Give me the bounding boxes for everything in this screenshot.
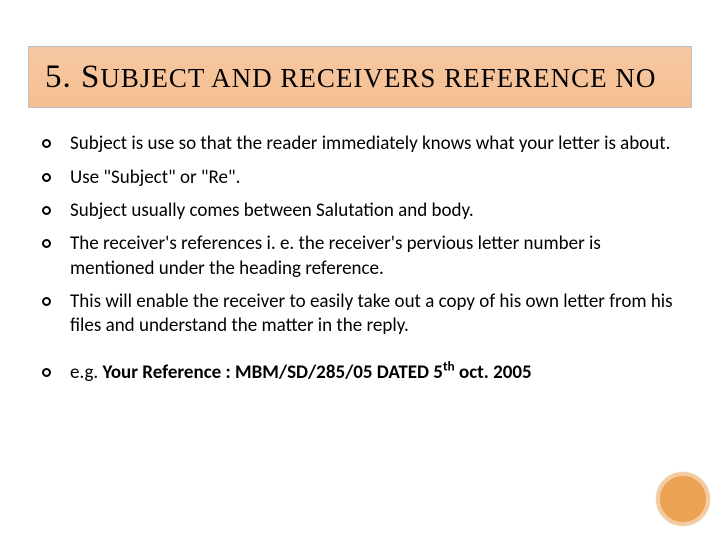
- example-line: e.g. Your Reference : MBM/SD/285/05 DATE…: [70, 361, 532, 384]
- bullet-text: The receiver's references i. e. the rece…: [70, 232, 601, 279]
- list-item: This will enable the receiver to easily …: [34, 290, 686, 339]
- list-item-example: e.g. Your Reference : MBM/SD/285/05 DATE…: [34, 361, 686, 385]
- decorative-circle-icon: [656, 472, 710, 526]
- example-sup: th: [443, 358, 455, 375]
- bullet-text: Subject is use so that the reader immedi…: [70, 132, 670, 155]
- title-capital-1: S: [81, 59, 100, 95]
- title-box: 5. SUBJECT AND RECEIVERS REFERENCE NO: [28, 46, 692, 108]
- bullet-text: This will enable the receiver to easily …: [70, 290, 673, 337]
- slide: 5. SUBJECT AND RECEIVERS REFERENCE NO Su…: [0, 0, 720, 540]
- bullet-list: Subject is use so that the reader immedi…: [28, 132, 692, 386]
- example-prefix: e.g.: [70, 361, 103, 384]
- list-item: Use "Subject" or "Re".: [34, 166, 686, 190]
- title-rest: AND RECEIVERS REFERENCE NO: [205, 63, 657, 93]
- spacer: [34, 347, 686, 361]
- title-smallcaps-1: UBJECT: [100, 63, 205, 93]
- list-item: Subject usually comes between Salutation…: [34, 199, 686, 223]
- list-item: The receiver's references i. e. the rece…: [34, 232, 686, 281]
- bullet-text: Subject usually comes between Salutation…: [70, 199, 474, 222]
- bullet-text: Use "Subject" or "Re".: [70, 166, 240, 189]
- title-number: 5.: [45, 59, 81, 95]
- example-bold-1: Your Reference : MBM/SD/285/05 DATED 5: [103, 361, 443, 384]
- list-item: Subject is use so that the reader immedi…: [34, 132, 686, 156]
- slide-title: 5. SUBJECT AND RECEIVERS REFERENCE NO: [45, 59, 675, 95]
- example-bold-2: oct. 2005: [455, 361, 532, 384]
